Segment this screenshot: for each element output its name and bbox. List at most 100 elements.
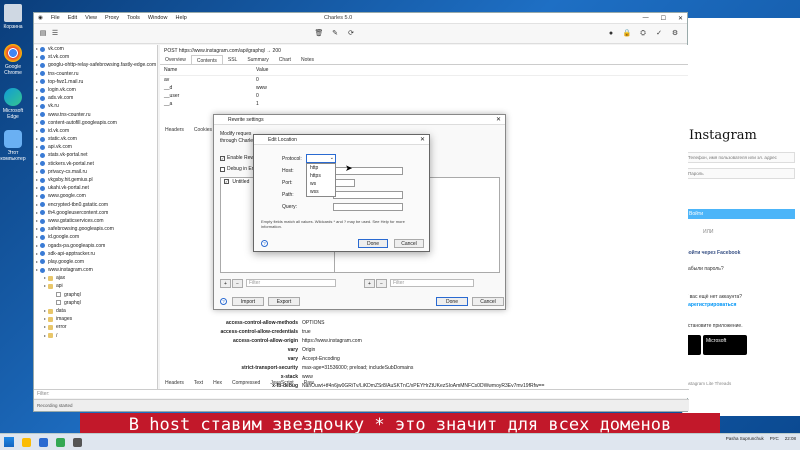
table-row[interactable]: vary Accept-Encoding: [160, 355, 688, 364]
tree-item[interactable]: ▸ api.vk.com: [34, 143, 157, 151]
tree-item[interactable]: ▸ login.vk.com: [34, 86, 157, 94]
close-icon[interactable]: ✕: [496, 116, 501, 123]
tab-ssl[interactable]: SSL: [223, 55, 242, 64]
tree-item[interactable]: ▸ sdk-api-apptracker.ru: [34, 250, 157, 258]
tree-item[interactable]: ▸ images: [34, 315, 157, 323]
close-icon[interactable]: ✕: [678, 15, 683, 22]
ssl-lock-icon[interactable]: 🔒: [622, 29, 632, 39]
username-input[interactable]: Телефон, имя пользователя или эл. адрес: [685, 152, 795, 163]
desktop-icon-recycle-bin[interactable]: Корзина: [0, 4, 26, 30]
tab-bottom-headers[interactable]: Headers: [160, 379, 189, 387]
settings-icon[interactable]: ⚙: [670, 29, 680, 39]
microsoft-store-badge[interactable]: Microsoft: [703, 335, 747, 355]
tab-chart[interactable]: Chart: [274, 55, 296, 64]
tree-item[interactable]: ▸ ukahi.vk-portal.net: [34, 184, 157, 192]
tree-item[interactable]: ▸ googlu-ohttp-relay-safebrowsing.fastly-…: [34, 61, 157, 69]
tree-item[interactable]: ▸ id.vk.com: [34, 127, 157, 135]
structure-view-icon[interactable]: ▤: [38, 29, 48, 39]
password-input[interactable]: Пароль: [685, 168, 795, 179]
tree-item[interactable]: ▸ tns-counter.ru: [34, 70, 157, 78]
clock[interactable]: 22:08: [785, 436, 796, 441]
tree-item[interactable]: ▸ st.vk.com: [34, 53, 157, 61]
tree-item[interactable]: ▸ play.google.com: [34, 258, 157, 266]
tree-item[interactable]: ▸ ogads-pa.googleapis.com: [34, 242, 157, 250]
sets-filter-input[interactable]: Filter: [246, 279, 336, 287]
protocol-option-ws[interactable]: ws: [307, 180, 335, 188]
enable-rewrite-checkbox[interactable]: ✓ Enable Rew: [220, 155, 254, 161]
tab-summary[interactable]: Summary: [242, 55, 273, 64]
table-row[interactable]: __user 0: [160, 92, 688, 100]
chrome-taskbar-icon[interactable]: [56, 437, 65, 447]
tree-item[interactable]: ▸ safebrowsing.googleapis.com: [34, 225, 157, 233]
tree-item[interactable]: ▸ ads.vk.com: [34, 94, 157, 102]
throttle-icon[interactable]: ⛭: [638, 29, 648, 39]
tree-item[interactable]: ▸ privacy-cs.mail.ru: [34, 168, 157, 176]
tab-contents[interactable]: Contents: [190, 55, 223, 64]
tree-item[interactable]: ▸ content-autofill.googleapis.com: [34, 119, 157, 127]
add-rule-button[interactable]: +: [364, 279, 375, 288]
desktop-icon-edge[interactable]: Microsoft Edge: [0, 88, 26, 120]
tree-item[interactable]: ▸ www.tns-counter.ru: [34, 111, 157, 119]
menu-view[interactable]: View: [81, 15, 101, 21]
table-row[interactable]: __d www: [160, 84, 688, 92]
tree-item[interactable]: ▸ stats.vk-portal.net: [34, 151, 157, 159]
debug-checkbox[interactable]: Debug in Er: [220, 166, 253, 172]
charles-taskbar-icon[interactable]: [73, 437, 82, 447]
minimize-icon[interactable]: —: [643, 15, 649, 22]
tree-item[interactable]: graphql: [34, 299, 157, 307]
table-row[interactable]: access-control-allow-credentials true: [160, 328, 688, 337]
tab-headers[interactable]: Headers: [160, 125, 189, 135]
file-explorer-icon[interactable]: [22, 437, 31, 447]
menu-window[interactable]: Window: [144, 15, 172, 21]
table-row[interactable]: __a 1: [160, 100, 688, 108]
tree-item[interactable]: ▸ stickers.vk-portal.net: [34, 160, 157, 168]
done-button[interactable]: Done: [358, 239, 388, 248]
tree-item[interactable]: ▸ th4.googleusercontent.com: [34, 209, 157, 217]
tree-item[interactable]: ▸ encrypted-tbn0.gstatic.com: [34, 201, 157, 209]
table-row[interactable]: access-control-allow-origin https://www.i…: [160, 337, 688, 346]
facebook-login-link[interactable]: Войти через Facebook: [685, 250, 740, 256]
tree-item[interactable]: ▸ error: [34, 323, 157, 331]
help-icon[interactable]: ?: [261, 240, 268, 247]
tree-item[interactable]: graphql: [34, 291, 157, 299]
path-input[interactable]: [333, 191, 403, 199]
trash-icon[interactable]: 🗑: [314, 29, 324, 39]
tree-item[interactable]: ▸ vk.com: [34, 45, 157, 53]
tree-item[interactable]: ▸ /: [34, 332, 157, 340]
export-button[interactable]: Export: [268, 297, 300, 306]
login-button[interactable]: Войти: [685, 209, 795, 219]
add-set-button[interactable]: +: [220, 279, 231, 288]
taskview-icon[interactable]: [39, 437, 48, 447]
protocol-option-wss[interactable]: wss: [307, 188, 335, 196]
tree-item[interactable]: ▸ top-fwz1.mail.ru: [34, 78, 157, 86]
close-icon[interactable]: ✕: [420, 136, 425, 143]
done-button[interactable]: Done: [436, 297, 468, 306]
tab-bottom-compressed[interactable]: Compressed: [227, 379, 265, 387]
sequence-view-icon[interactable]: ☰: [50, 29, 60, 39]
query-input[interactable]: [333, 203, 403, 211]
refresh-icon[interactable]: ⟳: [346, 29, 356, 39]
cancel-button[interactable]: Cancel: [394, 239, 424, 248]
tree-item[interactable]: ▸ api: [34, 282, 157, 290]
tree-item[interactable]: ▸ www.google.com: [34, 192, 157, 200]
help-icon[interactable]: ?: [220, 298, 227, 305]
tree-item[interactable]: ▸ static.vk.com: [34, 135, 157, 143]
table-row[interactable]: access-control-allow-methods OPTIONS: [160, 319, 688, 328]
protocol-select[interactable]: ⌄: [306, 154, 336, 163]
forgot-password-link[interactable]: Забыли пароль?: [685, 266, 724, 272]
pencil-icon[interactable]: ✎: [330, 29, 340, 39]
tab-bottom-text[interactable]: Text: [189, 379, 208, 387]
windows-start-icon[interactable]: [4, 437, 14, 447]
tree-item[interactable]: ▸ data: [34, 307, 157, 315]
tree-item[interactable]: ▸ ajax: [34, 274, 157, 282]
tree-item[interactable]: ▸ www.instagram.com: [34, 266, 157, 274]
filter-bar[interactable]: Filter:: [34, 389, 689, 398]
menu-edit[interactable]: Edit: [64, 15, 81, 21]
rules-filter-input[interactable]: Filter: [390, 279, 474, 287]
language-indicator[interactable]: РУС: [770, 436, 779, 441]
menu-file[interactable]: File: [47, 15, 64, 21]
tab-bottom-hex[interactable]: Hex: [208, 379, 227, 387]
table-row[interactable]: vary Origin: [160, 346, 688, 355]
cancel-button[interactable]: Cancel: [472, 297, 504, 306]
desktop-icon-this-pc[interactable]: Этот компьютер: [0, 130, 26, 162]
